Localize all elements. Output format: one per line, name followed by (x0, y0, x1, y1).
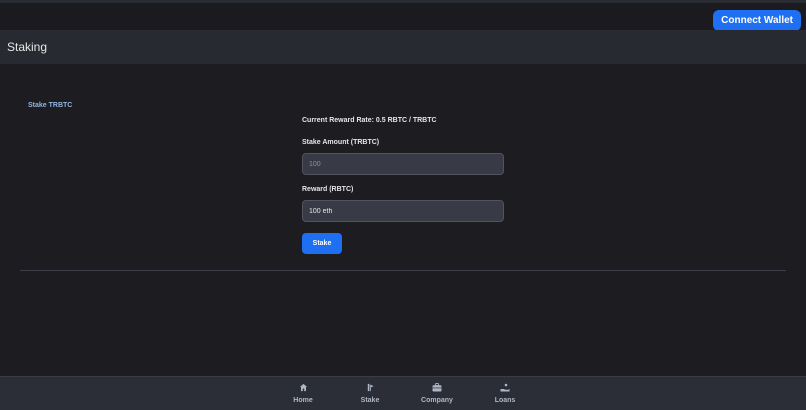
nav-item-company[interactable]: Company (412, 383, 462, 404)
stake-button[interactable]: Stake (302, 233, 342, 254)
reward-rate-text: Current Reward Rate: 0.5 RBTC / TRBTC (302, 117, 437, 124)
loan-hand-icon (480, 383, 530, 392)
nav-label-loans: Loans (494, 397, 516, 404)
connect-wallet-button[interactable]: Connect Wallet (713, 10, 801, 31)
top-bar: Connect Wallet (0, 0, 806, 31)
nav-label-home: Home (293, 397, 313, 404)
home-icon (278, 383, 328, 392)
reward-input[interactable] (302, 200, 504, 222)
briefcase-icon (412, 383, 462, 392)
stake-icon (345, 383, 395, 392)
stake-amount-label: Stake Amount (TRBTC) (302, 139, 380, 146)
nav-label-stake: Stake (360, 397, 380, 404)
nav-label-company: Company (421, 397, 453, 404)
section-divider (20, 270, 786, 271)
reward-label: Reward (RBTC) (302, 186, 354, 193)
stake-amount-input[interactable] (302, 153, 504, 175)
nav-item-stake[interactable]: Stake (345, 383, 395, 404)
nav-item-loans[interactable]: Loans (480, 383, 530, 404)
page-header: Staking (0, 30, 806, 64)
stake-section-label: Stake TRBTC (28, 102, 73, 109)
nav-item-home[interactable]: Home (278, 383, 328, 404)
page-title: Staking (7, 40, 48, 54)
bottom-nav: Home Stake Company Loans (0, 376, 806, 410)
